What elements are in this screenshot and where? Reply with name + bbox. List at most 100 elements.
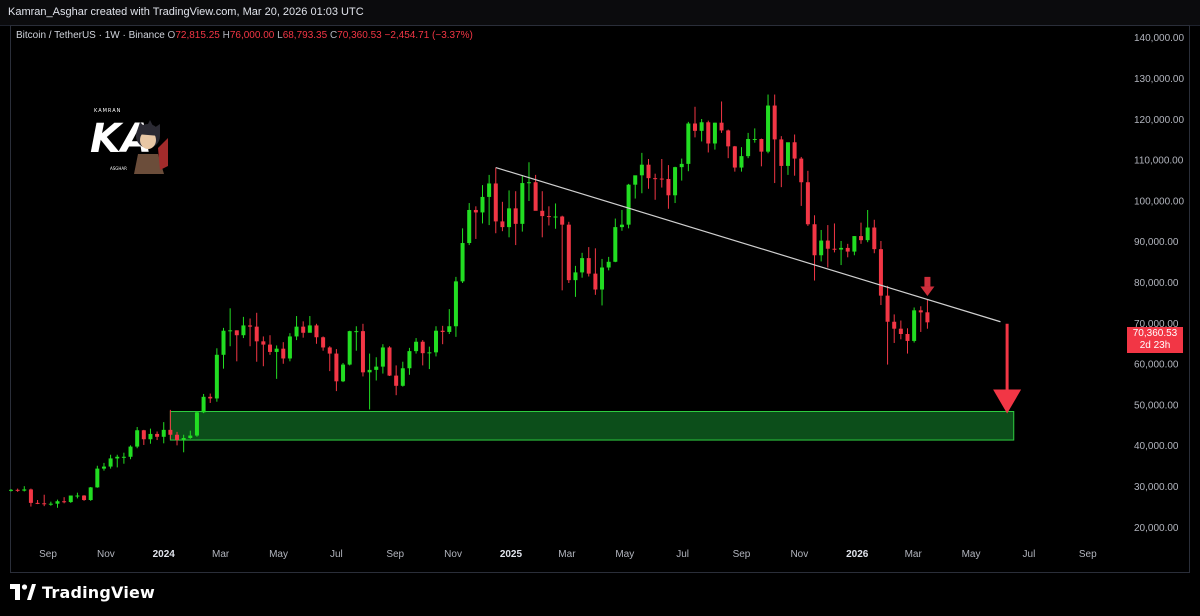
candle — [121, 452, 126, 464]
candle — [779, 136, 784, 188]
candle-body — [447, 326, 452, 332]
candle — [872, 219, 877, 254]
candle — [254, 312, 259, 362]
candle — [427, 346, 432, 370]
candle — [546, 206, 551, 226]
price-tick-label: 110,000.00 — [1134, 156, 1184, 167]
candle — [513, 191, 518, 246]
candle — [82, 495, 87, 501]
candle-body — [785, 142, 790, 166]
candle — [447, 309, 452, 334]
candle-body — [646, 164, 651, 179]
candle-body — [719, 122, 724, 131]
price-tick-label: 130,000.00 — [1134, 74, 1184, 85]
candle — [108, 454, 113, 469]
candle-body — [746, 138, 751, 157]
candle-body — [347, 331, 352, 365]
candle — [726, 129, 731, 159]
candle — [420, 340, 425, 366]
candle-body — [805, 182, 810, 225]
time-tick-label: Sep — [386, 549, 404, 560]
candle-body — [540, 210, 545, 217]
candle-body — [62, 501, 67, 503]
candle — [68, 495, 73, 503]
time-tick-label: May — [615, 549, 634, 560]
candle-body — [367, 369, 372, 373]
candle-body — [832, 248, 837, 250]
candle-body — [354, 331, 359, 333]
candle — [400, 361, 405, 387]
symbol-label[interactable]: Bitcoin / TetherUS · 1W · Binance — [16, 30, 165, 41]
candle — [666, 165, 671, 209]
candle — [387, 346, 392, 377]
candle-body — [752, 138, 757, 140]
time-axis[interactable]: Sep Nov 2024 Mar May Jul Sep Nov 2025 Mar May Jul Se… — [39, 549, 1097, 560]
tradingview-logo[interactable]: TradingView — [10, 581, 155, 603]
candle — [248, 318, 253, 347]
time-tick-label: Mar — [558, 549, 576, 560]
candle — [55, 499, 60, 508]
candle-body — [839, 247, 844, 250]
footer — [0, 573, 1200, 616]
candle — [633, 175, 638, 199]
candle — [892, 314, 897, 343]
resistance-trendline[interactable] — [495, 166, 1001, 323]
candle-body — [55, 501, 60, 504]
candle-body — [453, 281, 458, 327]
candle-body — [241, 325, 246, 336]
candle — [639, 152, 644, 194]
candle — [659, 158, 664, 188]
candle-body — [699, 122, 704, 131]
candle-body — [135, 430, 140, 447]
candle — [673, 166, 678, 204]
candle — [766, 94, 771, 154]
price-tick-label: 80,000.00 — [1134, 278, 1179, 289]
candle-body — [15, 489, 20, 491]
candle — [314, 323, 319, 344]
candle — [214, 348, 219, 402]
time-tick-label: Nov — [97, 549, 115, 560]
candle-body — [155, 433, 160, 437]
candle-body — [686, 123, 691, 164]
candle-body — [194, 412, 199, 436]
price-tick-label: 40,000.00 — [1134, 441, 1179, 452]
candle-body — [520, 183, 525, 224]
candle — [925, 299, 930, 329]
candle-body — [274, 348, 279, 352]
candle-body — [307, 325, 312, 333]
candle-body — [546, 216, 551, 218]
small-down-arrow-icon — [920, 286, 935, 297]
candle-body — [188, 435, 193, 439]
candle — [261, 336, 266, 367]
candle-body — [9, 489, 13, 491]
time-tick-label: Nov — [790, 549, 808, 560]
candle-body — [566, 224, 571, 281]
candle-body — [600, 267, 605, 290]
candle — [600, 258, 605, 306]
candle-body — [201, 396, 206, 413]
candle — [307, 316, 312, 333]
time-tick-label: Jul — [676, 549, 689, 560]
candlestick-chart[interactable]: 20,000.00 30,000.00 40,000.00 50,000.00 60,0… — [0, 0, 1200, 573]
candle — [380, 344, 385, 374]
time-tick-label: Mar — [905, 549, 923, 560]
candle-body — [726, 130, 731, 147]
candle — [15, 488, 20, 492]
candle-body — [108, 458, 113, 467]
candle-body — [254, 326, 259, 342]
candle — [460, 228, 465, 283]
candle-body — [175, 434, 180, 441]
candle-body — [414, 341, 419, 352]
candle — [434, 326, 439, 357]
candle-body — [168, 429, 173, 435]
time-tick-label: Sep — [733, 549, 751, 560]
candle — [560, 215, 565, 291]
price-axis[interactable]: 20,000.00 30,000.00 40,000.00 50,000.00 60,0… — [1134, 33, 1184, 534]
candle-body — [327, 347, 332, 354]
candle-body — [380, 347, 385, 367]
time-tick-label: May — [962, 549, 981, 560]
candle — [155, 431, 160, 441]
close-value: 70,360.53 — [337, 30, 382, 41]
time-tick-label: 2026 — [846, 549, 869, 560]
candle — [22, 486, 27, 492]
